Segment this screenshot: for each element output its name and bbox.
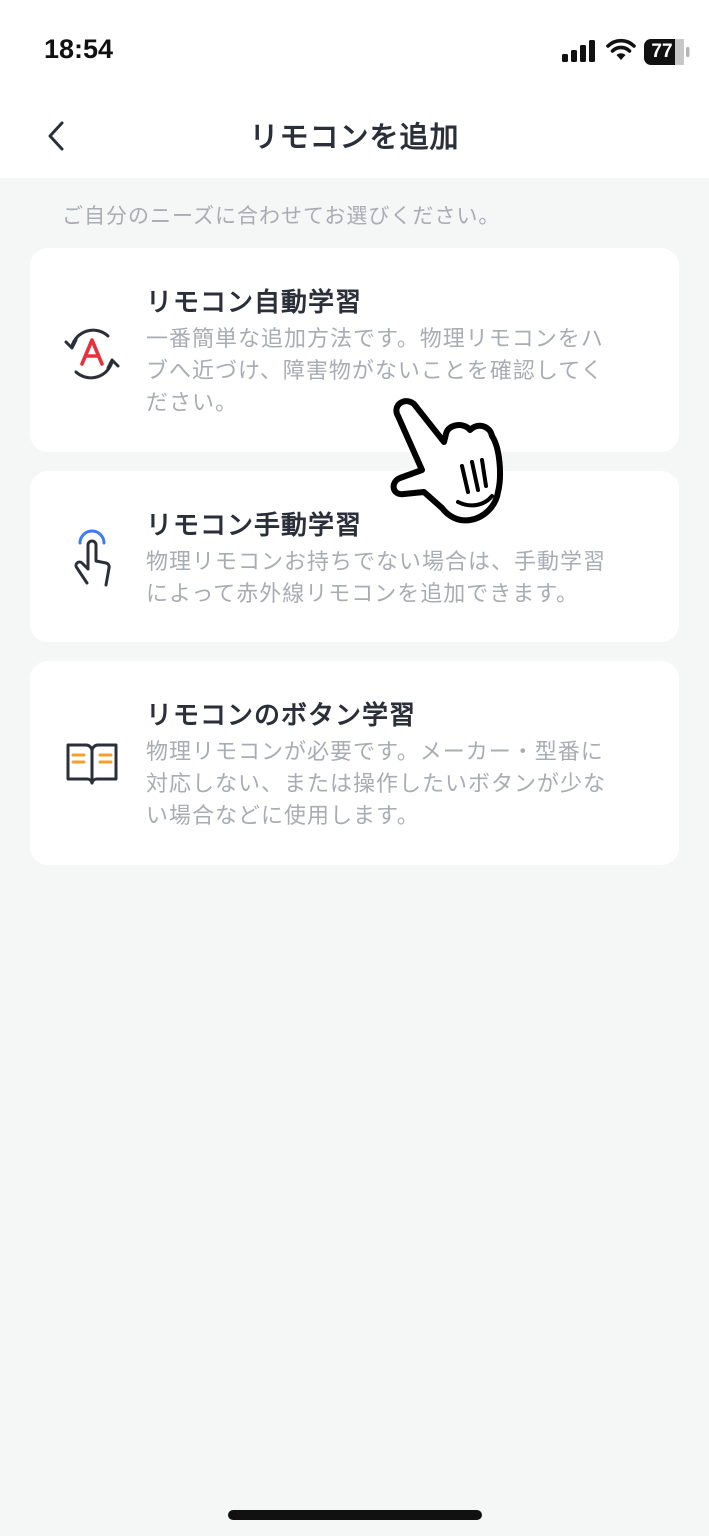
option-card-manual-learn[interactable]: リモコン手動学習 物理リモコンお持ちでない場合は、手動学習 によって赤外線リモコ… (30, 471, 679, 642)
finger-touch-icon (74, 529, 111, 587)
option-description: 物理リモコンが必要です。メーカー・型番に 対応しない、または操作したいボタンが少… (146, 737, 646, 833)
description-line: 一番簡単な追加方法です。物理リモコンをハ (146, 327, 604, 352)
wifi-icon (606, 38, 636, 60)
pointing-hand-icon (390, 398, 503, 524)
description-line: い場合などに使用します。 (146, 804, 420, 829)
cellular-signal-icon (562, 40, 595, 62)
page-subtitle: ご自分のニーズに合わせてお選びください。 (62, 204, 501, 228)
battery-level: 77 (651, 41, 673, 62)
description-line: 対応しない、または操作したいボタンが少な (146, 772, 607, 797)
page-title: リモコンを追加 (249, 120, 460, 154)
option-card-auto-learn[interactable]: リモコン自動学習 一番簡単な追加方法です。物理リモコンをハ ブへ近づけ、障害物が… (30, 248, 679, 452)
open-book-icon (66, 743, 118, 785)
description-line: ブへ近づけ、障害物がないことを確認してく (146, 359, 604, 384)
status-time: 18:54 (44, 34, 114, 64)
battery-icon: 77 (644, 39, 690, 65)
option-title: リモコンのボタン学習 (146, 701, 417, 731)
option-title: リモコン手動学習 (146, 511, 363, 541)
description-line: によって赤外線リモコンを追加できます。 (146, 582, 580, 607)
top-bar: 18:54 77 リモコンを追加 (0, 0, 709, 178)
auto-learn-icon (64, 328, 120, 380)
home-indicator[interactable] (228, 1510, 482, 1520)
description-line: 物理リモコンお持ちでない場合は、手動学習 (146, 550, 607, 575)
option-card-button-learn[interactable]: リモコンのボタン学習 物理リモコンが必要です。メーカー・型番に 対応しない、また… (30, 661, 679, 865)
option-description: 物理リモコンお持ちでない場合は、手動学習 によって赤外線リモコンを追加できます。 (146, 547, 646, 611)
description-line: 物理リモコンが必要です。メーカー・型番に (146, 740, 604, 765)
option-title: リモコン自動学習 (146, 288, 363, 318)
